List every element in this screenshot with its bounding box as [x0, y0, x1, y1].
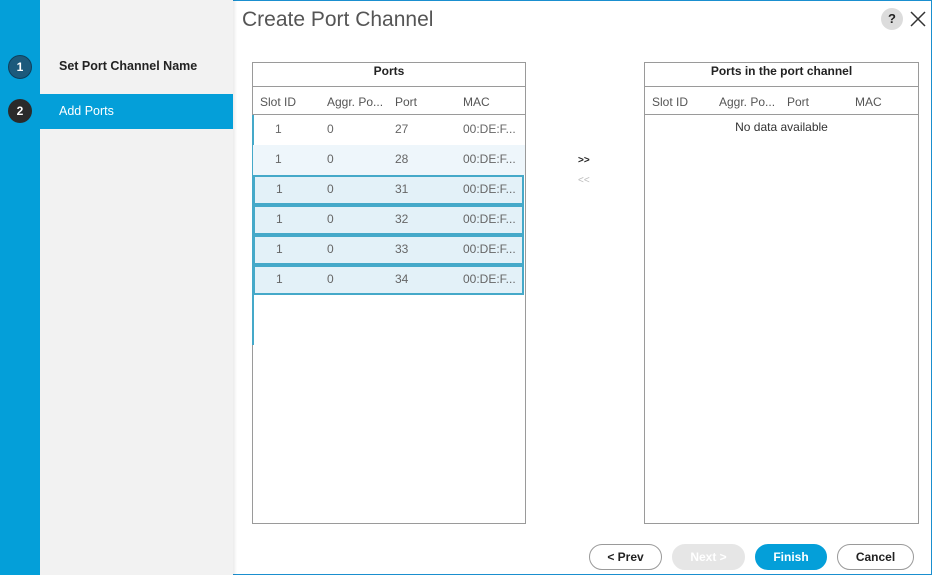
- column-header-slot-id[interactable]: Slot ID: [260, 95, 296, 109]
- cell-slot-id: 1: [275, 122, 282, 136]
- cell-mac: 00:DE:F...: [463, 152, 516, 166]
- channel-grid-header: Slot ID Aggr. Po... Port MAC: [645, 87, 918, 115]
- step-2-number[interactable]: 2: [8, 99, 32, 123]
- column-header-mac[interactable]: MAC: [463, 95, 490, 109]
- cell-port: 31: [395, 182, 409, 196]
- help-button[interactable]: ?: [881, 8, 903, 30]
- column-header-port[interactable]: Port: [787, 95, 809, 109]
- cell-port: 34: [395, 272, 409, 286]
- column-header-aggr-port[interactable]: Aggr. Po...: [719, 95, 775, 109]
- cell-aggr-port: 0: [327, 242, 334, 256]
- remove-from-channel-button[interactable]: <<: [578, 175, 590, 186]
- cell-aggr-port: 0: [327, 212, 334, 226]
- column-header-mac[interactable]: MAC: [855, 95, 882, 109]
- cell-slot-id: 1: [275, 152, 282, 166]
- next-button[interactable]: Next >: [672, 544, 745, 570]
- dialog-title: Create Port Channel: [242, 8, 434, 31]
- finish-button[interactable]: Finish: [755, 544, 827, 570]
- channel-ports-grid: Ports in the port channel Slot ID Aggr. …: [644, 62, 919, 524]
- table-row[interactable]: 1 0 28 00:DE:F...: [253, 145, 525, 175]
- cell-slot-id: 1: [276, 242, 283, 256]
- column-header-aggr-port[interactable]: Aggr. Po...: [327, 95, 383, 109]
- wizard-steps-panel: [40, 0, 233, 575]
- cell-port: 28: [395, 152, 409, 166]
- cell-slot-id: 1: [276, 212, 283, 226]
- cell-slot-id: 1: [276, 182, 283, 196]
- table-row-selected[interactable]: 1 0 32 00:DE:F...: [253, 205, 524, 235]
- cell-aggr-port: 0: [327, 122, 334, 136]
- cell-aggr-port: 0: [327, 272, 334, 286]
- table-row-selected[interactable]: 1 0 34 00:DE:F...: [253, 265, 524, 295]
- step-1-number[interactable]: 1: [8, 55, 32, 79]
- empty-state-text: No data available: [735, 120, 828, 134]
- ports-grid: Ports Slot ID Aggr. Po... Port MAC 1 0 2…: [252, 62, 526, 524]
- cell-aggr-port: 0: [327, 152, 334, 166]
- step-2-label[interactable]: Add Ports: [59, 104, 114, 118]
- cell-mac: 00:DE:F...: [463, 272, 516, 286]
- cell-port: 32: [395, 212, 409, 226]
- cell-mac: 00:DE:F...: [463, 182, 516, 196]
- step-1-label[interactable]: Set Port Channel Name: [59, 59, 197, 73]
- panel-divider: [233, 0, 237, 575]
- column-header-port[interactable]: Port: [395, 95, 417, 109]
- cell-mac: 00:DE:F...: [463, 242, 516, 256]
- cell-port: 27: [395, 122, 409, 136]
- ports-grid-title: Ports: [253, 63, 525, 87]
- column-header-slot-id[interactable]: Slot ID: [652, 95, 688, 109]
- cell-mac: 00:DE:F...: [463, 122, 516, 136]
- cell-aggr-port: 0: [327, 182, 334, 196]
- cell-mac: 00:DE:F...: [463, 212, 516, 226]
- cell-port: 33: [395, 242, 409, 256]
- table-row-selected[interactable]: 1 0 31 00:DE:F...: [253, 175, 524, 205]
- table-row-selected[interactable]: 1 0 33 00:DE:F...: [253, 235, 524, 265]
- table-row[interactable]: 1 0 27 00:DE:F...: [253, 115, 525, 145]
- channel-grid-title: Ports in the port channel: [645, 63, 918, 87]
- cell-slot-id: 1: [276, 272, 283, 286]
- wizard-rail: [0, 0, 40, 575]
- cancel-button[interactable]: Cancel: [837, 544, 914, 570]
- add-to-channel-button[interactable]: >>: [578, 155, 590, 166]
- close-icon: [910, 11, 926, 27]
- ports-grid-header: Slot ID Aggr. Po... Port MAC: [253, 87, 525, 115]
- prev-button[interactable]: < Prev: [589, 544, 662, 570]
- close-button[interactable]: [907, 8, 929, 30]
- ports-grid-body: 1 0 27 00:DE:F... 1 0 28 00:DE:F... 1 0 …: [252, 115, 525, 345]
